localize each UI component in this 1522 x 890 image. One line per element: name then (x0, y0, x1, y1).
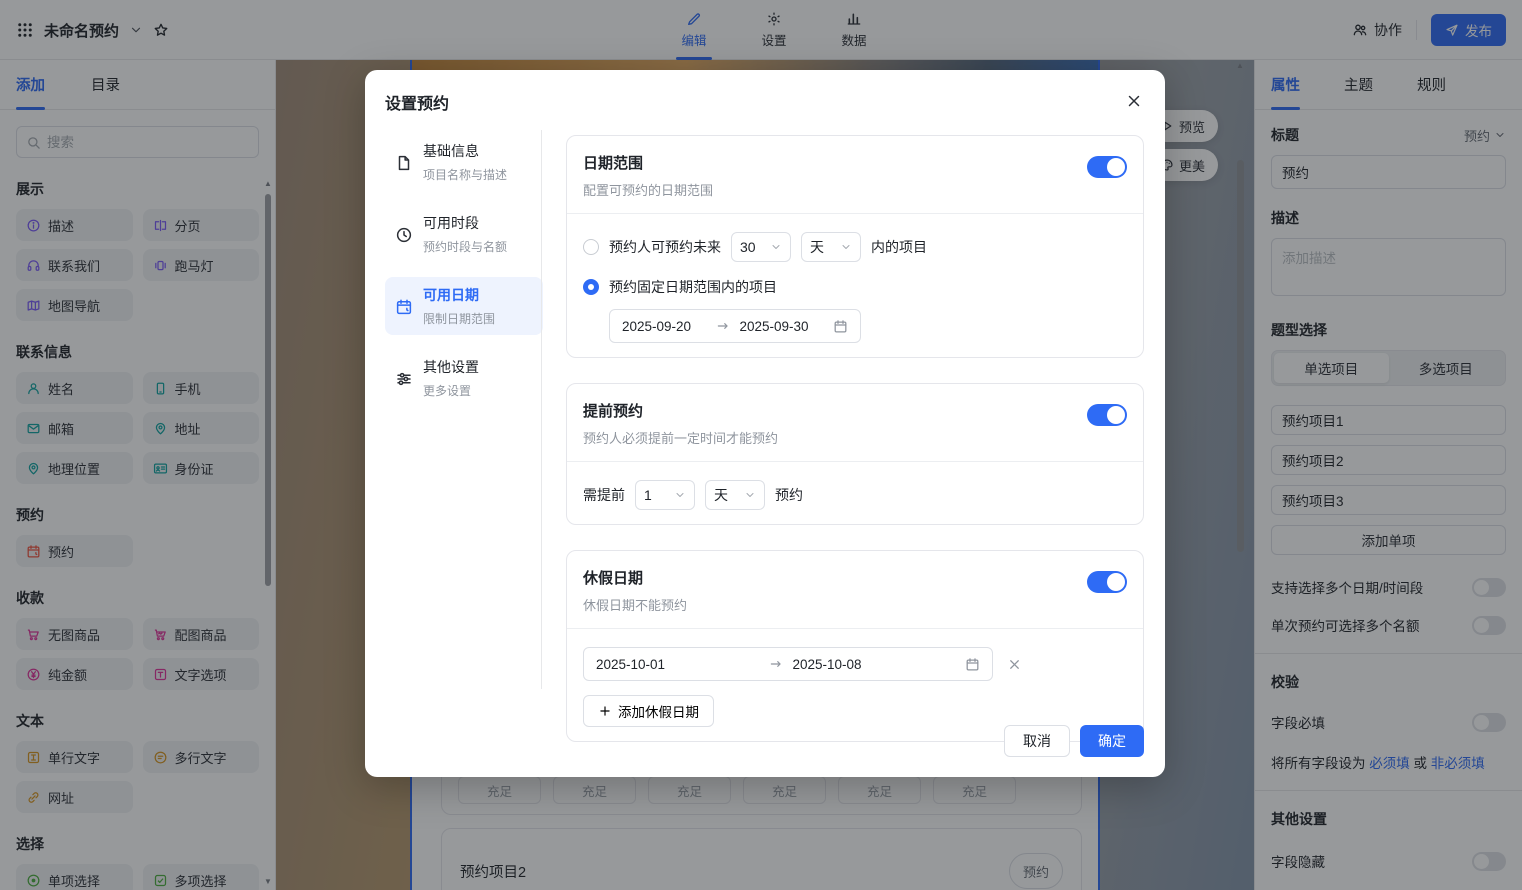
chevron-down-icon (676, 493, 684, 497)
chevron-down-icon (772, 245, 780, 249)
calendar-icon[interactable] (833, 319, 848, 334)
plus-icon (600, 706, 610, 716)
modal-nav-divider (541, 130, 542, 689)
holiday-subtitle: 休假日期不能预约 (583, 598, 688, 613)
fixed-date-range-input[interactable]: 2025-09-20 2025-09-30 (609, 309, 861, 343)
advance-row: 需提前 1 天 预约 (583, 480, 1127, 510)
modal-content: 日期范围 配置可预约的日期范围 预约人可预约未来 30 天 内的项目 预约固定日… (566, 135, 1144, 767)
modal-title: 设置预约 (385, 96, 450, 113)
holiday-card: 休假日期 休假日期不能预约 2025-10-01 2025-10-08 添加休假… (566, 550, 1144, 742)
chevron-down-icon (842, 245, 850, 249)
calendar-clock-icon (396, 299, 412, 314)
modal-nav-available-dates[interactable]: 可用日期 限制日期范围 (385, 277, 543, 335)
close-icon[interactable] (1125, 92, 1143, 110)
modal-nav-basic-info[interactable]: 基础信息 项目名称与描述 (385, 133, 543, 191)
holiday-date-range-input[interactable]: 2025-10-01 2025-10-08 (583, 647, 993, 681)
chevron-down-icon (746, 493, 754, 497)
fixed-range-option: 预约固定日期范围内的项目 (583, 277, 1127, 297)
date-range-card: 日期范围 配置可预约的日期范围 预约人可预约未来 30 天 内的项目 预约固定日… (566, 135, 1144, 358)
advance-booking-card: 提前预约 预约人必须提前一定时间才能预约 需提前 1 天 预约 (566, 383, 1144, 525)
arrow-right-icon (717, 323, 728, 329)
date-range-subtitle: 配置可预约的日期范围 (583, 183, 714, 198)
app-window: 未命名预约 编辑 设置 数据 协作 发布 添加 目录 搜索 展示 描述 分页 联… (0, 0, 1522, 890)
booking-settings-modal: 设置预约 基础信息 项目名称与描述 可用时段 预约时段与名额 可用日期 限制日期范围 … (365, 70, 1165, 777)
sliders-icon (397, 372, 411, 385)
file-icon (398, 155, 410, 170)
modal-nav: 基础信息 项目名称与描述 可用时段 预约时段与名额 可用日期 限制日期范围 其他设置更… (385, 133, 543, 421)
advance-count-select[interactable]: 1 (635, 480, 695, 510)
modal-nav-other-settings[interactable]: 其他设置 更多设置 (385, 349, 543, 407)
modal-nav-time-slots[interactable]: 可用时段 预约时段与名额 (385, 205, 543, 263)
cancel-button[interactable]: 取消 (1004, 725, 1070, 757)
calendar-icon[interactable] (965, 657, 980, 672)
clock-icon (396, 227, 412, 242)
advance-title: 提前预约 (583, 403, 644, 420)
add-holiday-button[interactable]: 添加休假日期 (583, 695, 714, 727)
x-icon (1010, 659, 1019, 669)
future-unit-select[interactable]: 天 (801, 232, 861, 262)
advance-unit-select[interactable]: 天 (705, 480, 765, 510)
future-days-option: 预约人可预约未来 30 天 内的项目 (583, 232, 1127, 262)
date-range-toggle[interactable] (1087, 156, 1127, 178)
holiday-start-date[interactable]: 2025-10-01 (596, 657, 759, 672)
remove-holiday-button[interactable] (1007, 657, 1022, 672)
date-range-title: 日期范围 (583, 155, 644, 172)
start-date[interactable]: 2025-09-20 (622, 319, 706, 334)
future-days-radio[interactable] (583, 239, 599, 255)
holiday-toggle[interactable] (1087, 571, 1127, 593)
holiday-title: 休假日期 (583, 570, 644, 587)
future-count-select[interactable]: 30 (731, 232, 791, 262)
fixed-range-radio[interactable] (583, 279, 599, 295)
holiday-end-date[interactable]: 2025-10-08 (793, 657, 956, 672)
advance-subtitle: 预约人必须提前一定时间才能预约 (583, 431, 779, 446)
end-date[interactable]: 2025-09-30 (740, 319, 824, 334)
arrow-right-icon (770, 661, 781, 667)
confirm-button[interactable]: 确定 (1080, 725, 1144, 757)
advance-toggle[interactable] (1087, 404, 1127, 426)
